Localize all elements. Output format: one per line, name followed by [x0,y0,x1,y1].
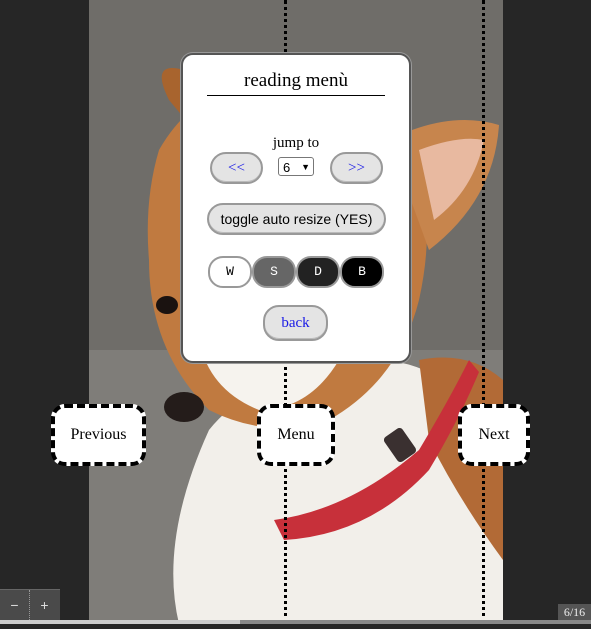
horizontal-scrollbar[interactable] [0,620,591,624]
zoom-out-button[interactable]: − [0,590,30,620]
zoom-controls: − + [0,589,60,620]
reading-menu-dialog: reading menù jump to << 6 ▼ >> toggle au… [181,53,411,363]
theme-dark-button[interactable]: D [296,256,340,288]
next-button[interactable]: Next [458,404,530,466]
theme-white-button[interactable]: W [208,256,252,288]
menu-title-text: reading menù [244,70,348,91]
menu-title: reading menù [207,70,385,96]
theme-sepia-button[interactable]: S [252,256,296,288]
theme-black-button[interactable]: B [340,256,384,288]
zoom-in-button[interactable]: + [30,590,59,620]
page-counter: 6/16 [558,604,591,620]
page-select-value: 6 [283,160,291,175]
page-select[interactable]: 6 ▼ [278,157,314,176]
next-page-button[interactable]: >> [330,152,383,184]
menu-button[interactable]: Menu [257,404,335,466]
chevron-down-icon: ▼ [301,162,310,172]
back-button[interactable]: back [263,305,328,341]
previous-page-button[interactable]: << [210,152,263,184]
right-guide-line [482,0,485,624]
previous-button[interactable]: Previous [51,404,146,466]
scrollbar-thumb[interactable] [0,620,240,624]
toggle-auto-resize-button[interactable]: toggle auto resize (YES) [207,203,386,235]
jump-to-label: jump to [272,135,320,151]
